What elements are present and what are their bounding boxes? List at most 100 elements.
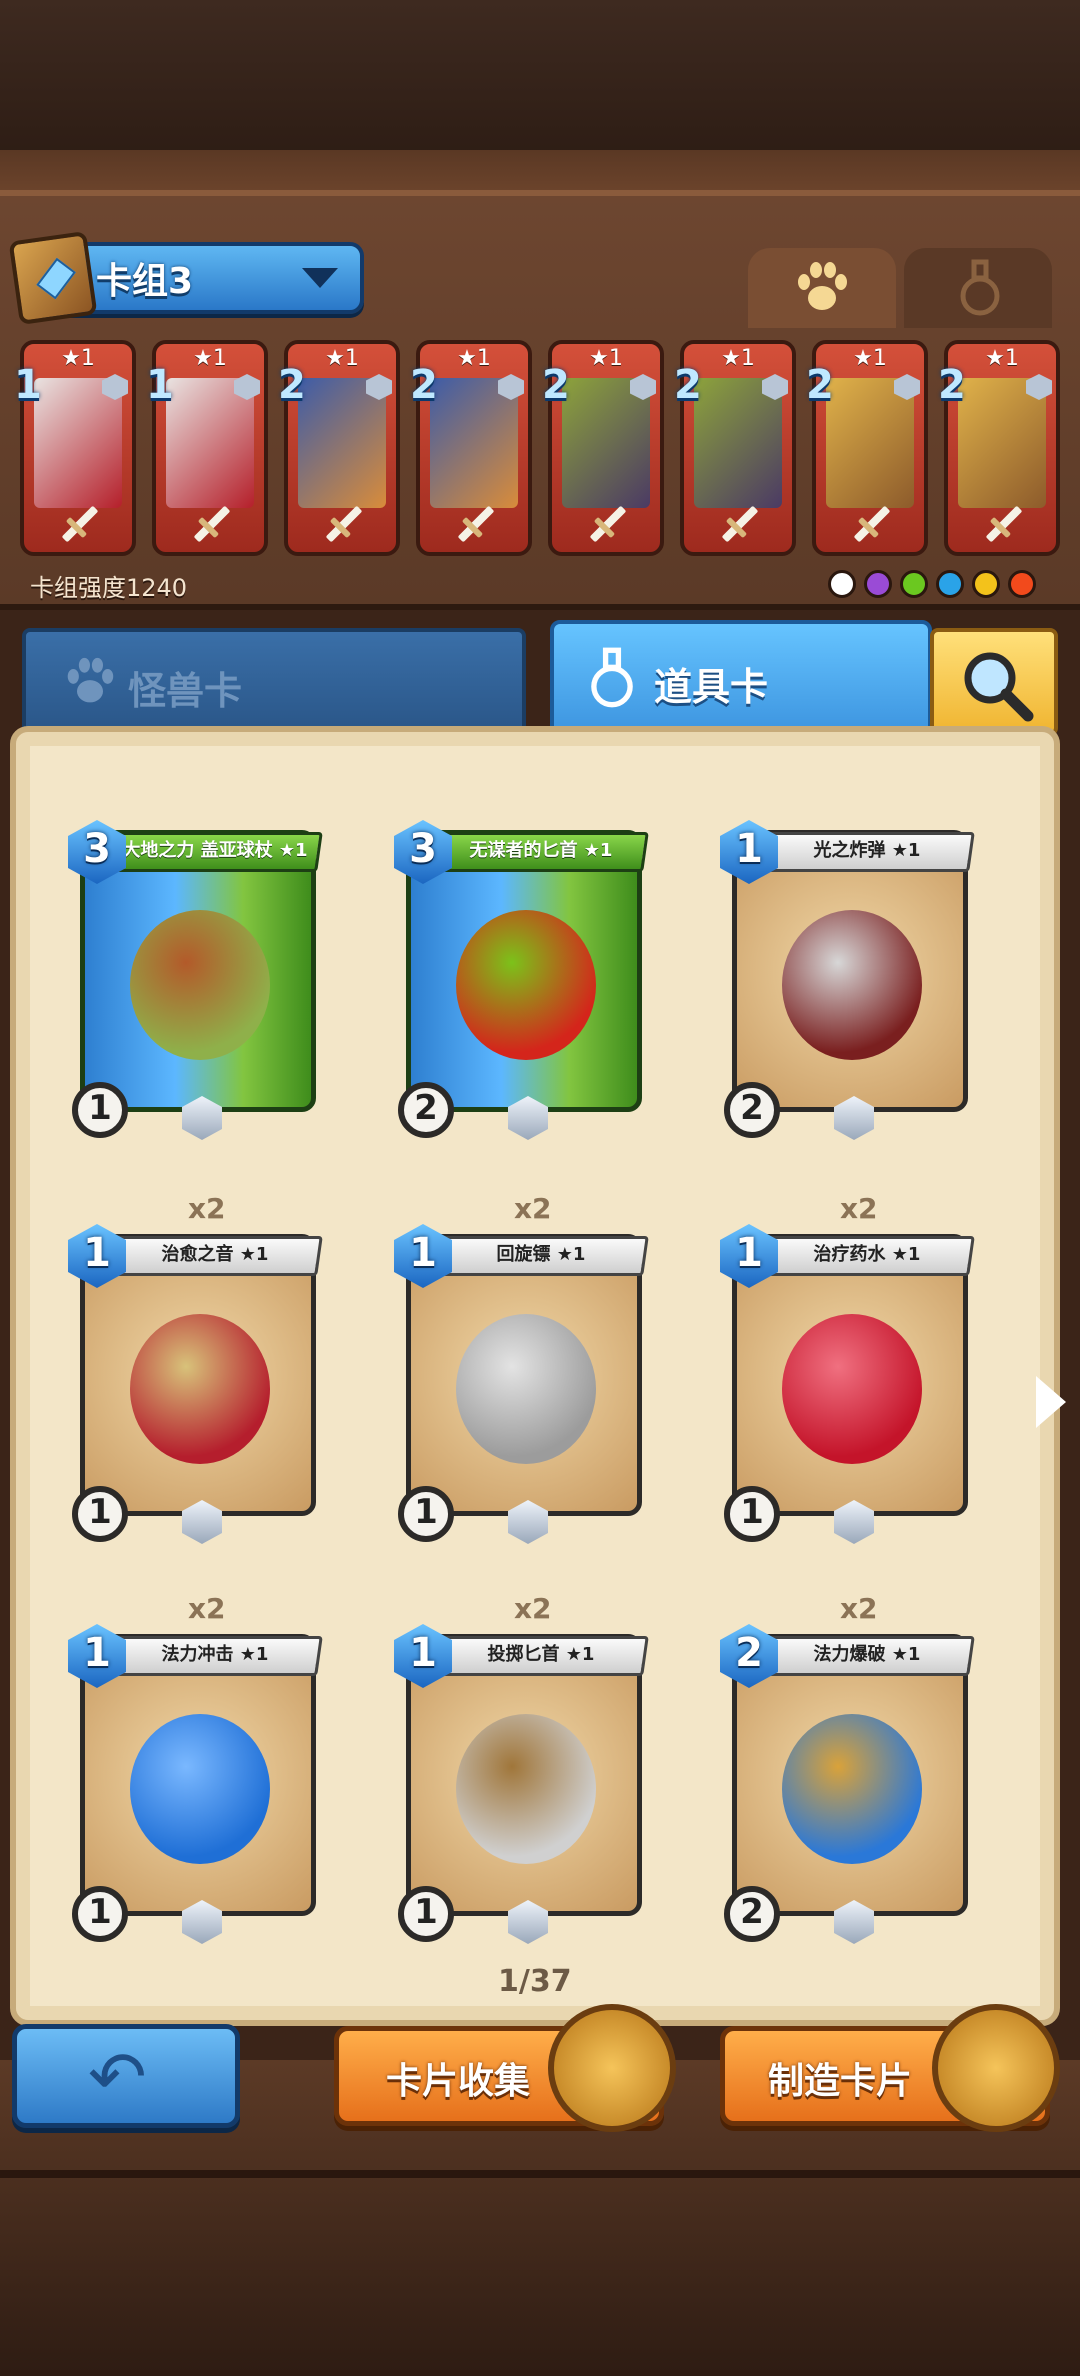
deck-slot-cost: 2	[542, 362, 570, 408]
card-art	[456, 910, 596, 1060]
card-cost: 1	[735, 1230, 763, 1276]
tab-item-deck[interactable]	[904, 248, 1052, 328]
deck-name: 卡组3	[96, 261, 194, 302]
item-card[interactable]: 治愈之音 ★1 1 1	[68, 1224, 323, 1544]
card-copies-count: x2	[188, 1192, 226, 1225]
monster-art	[826, 378, 914, 508]
sword-icon	[853, 505, 891, 543]
card-art	[456, 1714, 596, 1864]
card-cost: 3	[409, 826, 437, 872]
monster-art	[430, 378, 518, 508]
paw-icon	[67, 657, 114, 703]
card-cost: 1	[409, 1630, 437, 1676]
item-card[interactable]: 法力爆破 ★1 2 2	[720, 1624, 975, 1944]
card-cost: 1	[83, 1230, 111, 1276]
card-copies-count: x2	[514, 1192, 552, 1225]
tab-monster-deck[interactable]	[748, 248, 896, 328]
monster-art	[166, 378, 254, 508]
purple-element-icon[interactable]	[864, 570, 892, 598]
deck-slot-cost: 1	[14, 362, 42, 408]
paw-icon	[798, 262, 847, 310]
sword-icon	[721, 505, 759, 543]
monster-art	[562, 378, 650, 508]
paw-jar-icon	[932, 2004, 1060, 2132]
deck-slot-cost: 2	[278, 362, 306, 408]
card-level: 2	[740, 1088, 764, 1128]
deck-strength: 卡组强度1240	[30, 574, 188, 602]
card-level: 1	[88, 1492, 112, 1532]
item-card[interactable]: 法力冲击 ★1 1 1	[68, 1624, 323, 1944]
card-copies-count: x2	[840, 1192, 878, 1225]
card-name: 投掷匕首 ★1	[487, 1644, 595, 1665]
item-card[interactable]: 治疗药水 ★1 1 1	[720, 1224, 975, 1544]
potion-flask-icon	[960, 259, 1000, 316]
item-card[interactable]: 无谋者的匕首 ★1 3 2	[394, 820, 649, 1140]
item-card[interactable]: 投掷匕首 ★1 1 1	[394, 1624, 649, 1944]
monster-art	[298, 378, 386, 508]
card-cost: 1	[83, 1630, 111, 1676]
item-card[interactable]: 光之炸弹 ★1 1 2	[720, 820, 975, 1140]
card-art	[130, 910, 270, 1060]
page-indicator: 1/37	[498, 1964, 572, 1999]
card-art	[782, 1714, 922, 1864]
card-level: 1	[88, 1892, 112, 1932]
card-name: 法力冲击 ★1	[161, 1644, 269, 1665]
card-cost: 3	[83, 826, 111, 872]
tab-item-cards-label: 道具卡	[654, 665, 769, 709]
card-name: 治愈之音 ★1	[161, 1244, 269, 1265]
card-name: 大地之力 盖亚球杖 ★1	[122, 840, 308, 861]
card-collection-label: 卡片收集	[386, 2061, 531, 2102]
card-copies-count: x2	[840, 1592, 878, 1625]
search-button[interactable]	[930, 628, 1058, 736]
deck-slot-cost: 2	[674, 362, 702, 408]
next-page-arrow[interactable]	[1036, 1376, 1066, 1428]
fire-icon[interactable]	[1008, 570, 1036, 598]
card-name: 光之炸弹 ★1	[813, 840, 921, 861]
deck-slot-cost: 2	[806, 362, 834, 408]
card-art	[782, 910, 922, 1060]
card-cost: 1	[735, 826, 763, 872]
back-arrow-icon: ↶	[88, 2036, 147, 2118]
card-level: 1	[414, 1892, 438, 1932]
card-art	[456, 1314, 596, 1464]
item-card[interactable]: 回旋镖 ★1 1 1	[394, 1224, 649, 1544]
potion-flask-icon	[591, 647, 633, 708]
deck-slot-cost: 2	[938, 362, 966, 408]
lightning-icon[interactable]	[972, 570, 1000, 598]
monster-art	[694, 378, 782, 508]
top-background	[0, 0, 1080, 190]
craft-card-label: 制造卡片	[768, 2061, 913, 2102]
chevron-down-icon[interactable]	[302, 268, 338, 288]
card-level: 2	[414, 1088, 438, 1128]
tab-monster-cards[interactable]	[22, 628, 526, 736]
card-level: 1	[88, 1088, 112, 1128]
card-name: 法力爆破 ★1	[813, 1644, 921, 1665]
deck-slot-cost: 2	[410, 362, 438, 408]
search-icon	[964, 652, 1034, 722]
card-cost: 1	[409, 1230, 437, 1276]
card-copies-count: x2	[514, 1592, 552, 1625]
neutral-icon[interactable]	[828, 570, 856, 598]
card-copies-count: x2	[188, 1592, 226, 1625]
monster-art	[958, 378, 1046, 508]
card-level: 2	[740, 1892, 764, 1932]
item-card[interactable]: 大地之力 盖亚球杖 ★1 3 1	[68, 820, 323, 1140]
card-level: 1	[414, 1492, 438, 1532]
deck-slot-cost: 1	[146, 362, 174, 408]
card-name: 治疗药水 ★1	[813, 1244, 921, 1265]
sword-icon	[985, 505, 1023, 543]
card-art	[130, 1314, 270, 1464]
sword-icon	[325, 505, 363, 543]
green-element-icon[interactable]	[900, 570, 928, 598]
deck-book-icon	[8, 230, 98, 326]
sword-icon	[193, 505, 231, 543]
monster-art	[34, 378, 122, 508]
card-name: 回旋镖 ★1	[496, 1244, 586, 1265]
tab-monster-cards-label: 怪兽卡	[128, 669, 243, 713]
water-icon[interactable]	[936, 570, 964, 598]
card-book-icon	[548, 2004, 676, 2132]
sword-icon	[61, 505, 99, 543]
sword-icon	[457, 505, 495, 543]
card-cost: 2	[735, 1630, 763, 1676]
card-level: 1	[740, 1492, 764, 1532]
